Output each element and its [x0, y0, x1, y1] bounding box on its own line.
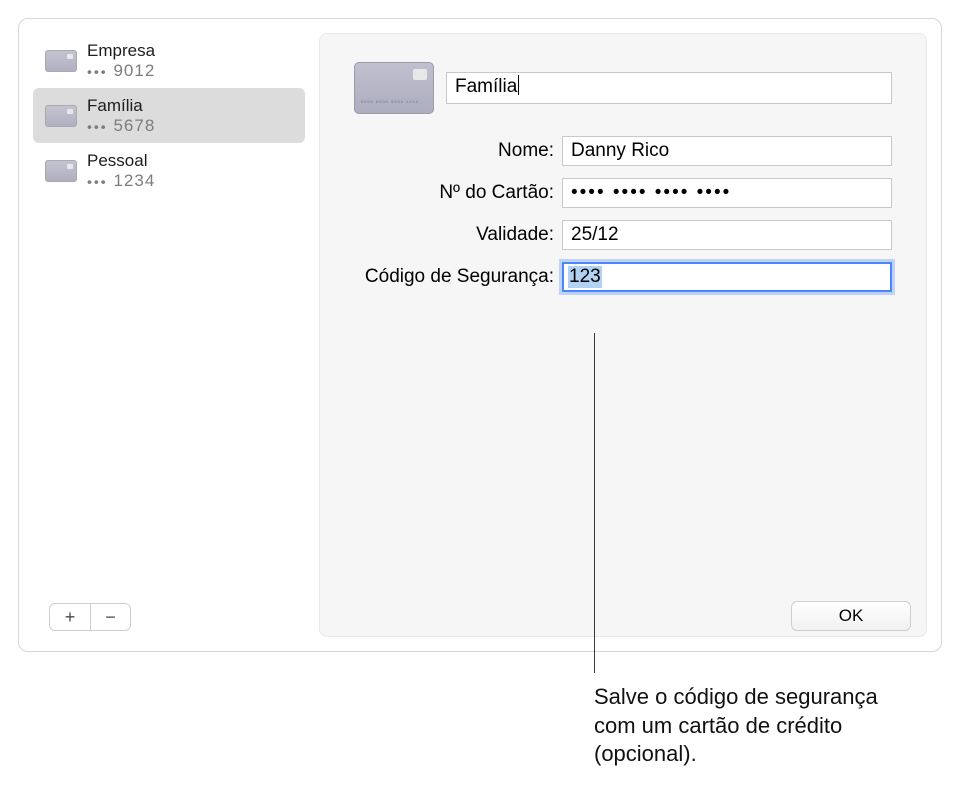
label-card-number: Nº do Cartão: [354, 182, 554, 204]
card-form: Nome: Nº do Cartão: Validade: Código de … [354, 136, 892, 292]
label-name: Nome: [354, 140, 554, 162]
card-item-familia[interactable]: Família ••• 5678 [33, 88, 305, 143]
expiry-input[interactable] [562, 220, 892, 250]
add-remove-toolbar: + − [49, 603, 131, 631]
label-security-code: Código de Segurança: [354, 266, 554, 288]
name-input[interactable] [562, 136, 892, 166]
card-list-sidebar: Empresa ••• 9012 Família ••• 5678 Pessoa… [33, 33, 305, 637]
card-masked-number: ••• 9012 [87, 61, 155, 81]
card-masked-number: ••• 1234 [87, 171, 155, 191]
card-title: Pessoal [87, 151, 155, 171]
window-body: Empresa ••• 9012 Família ••• 5678 Pessoa… [19, 19, 941, 651]
card-masked-number: ••• 5678 [87, 116, 155, 136]
credit-card-icon [45, 105, 77, 127]
card-item-pessoal[interactable]: Pessoal ••• 1234 [33, 143, 305, 198]
card-description-input[interactable]: Família [446, 72, 892, 104]
security-code-wrapper: 123 [562, 262, 892, 292]
card-title: Empresa [87, 41, 155, 61]
remove-card-button[interactable]: − [90, 604, 130, 630]
label-expiry: Validade: [354, 224, 554, 246]
card-title: Família [87, 96, 155, 116]
card-number-input[interactable] [562, 178, 892, 208]
callout-text: Salve o código de segurança com um cartã… [594, 683, 914, 769]
detail-header: 0000 0000 0000 1234 Família [354, 62, 892, 114]
card-detail-panel: 0000 0000 0000 1234 Família Nome: Nº do … [319, 33, 927, 637]
credit-card-large-icon: 0000 0000 0000 1234 [354, 62, 434, 114]
callout-leader-line [594, 333, 595, 673]
security-code-input[interactable] [562, 262, 892, 292]
credit-card-icon [45, 160, 77, 182]
add-card-button[interactable]: + [50, 604, 90, 630]
credit-card-settings-window: Empresa ••• 9012 Família ••• 5678 Pessoa… [18, 18, 942, 652]
card-item-empresa[interactable]: Empresa ••• 9012 [33, 33, 305, 88]
ok-button[interactable]: OK [791, 601, 911, 631]
credit-card-icon [45, 50, 77, 72]
